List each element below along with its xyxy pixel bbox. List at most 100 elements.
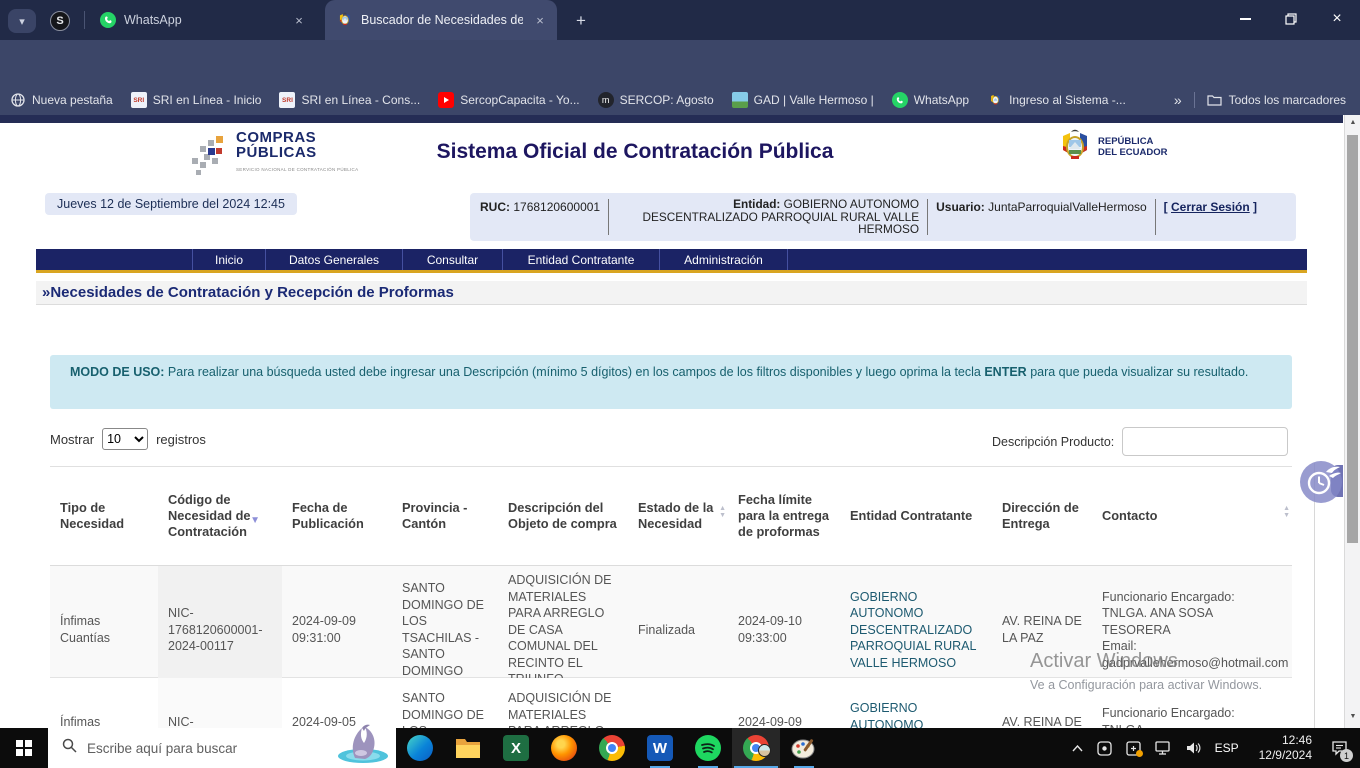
bookmarks-overflow-button[interactable]: » bbox=[1174, 92, 1182, 108]
tab-buscador-active[interactable]: Buscador de Necesidades de Co × bbox=[325, 0, 557, 40]
taskbar-edge[interactable] bbox=[396, 728, 444, 768]
bookmark-item[interactable]: GAD | Valle Hermoso | bbox=[732, 92, 874, 108]
main-nav: Inicio Datos Generales Consultar Entidad… bbox=[36, 249, 1307, 270]
clock-time: 12:46 bbox=[1259, 733, 1312, 748]
scrollbar-thumb[interactable] bbox=[1347, 135, 1358, 543]
page-scrollbar[interactable]: ▲ ▼ bbox=[1344, 115, 1360, 728]
column-header-fecha-limite[interactable]: Fecha límite para la entrega de proforma… bbox=[728, 467, 840, 565]
word-icon: W bbox=[647, 735, 673, 761]
ruc-value: 1768120600001 bbox=[513, 200, 600, 214]
nav-item-entidad-contratante[interactable]: Entidad Contratante bbox=[502, 249, 659, 270]
tab-search-button[interactable]: ▾ bbox=[8, 9, 36, 33]
column-header-direccion[interactable]: Dirección de Entrega bbox=[992, 467, 1092, 565]
bookmark-label: SRI en Línea - Cons... bbox=[301, 93, 420, 107]
plus-icon: + bbox=[576, 11, 586, 31]
firefox-icon bbox=[551, 735, 577, 761]
language-indicator[interactable]: ESP bbox=[1215, 741, 1239, 755]
taskbar-paint[interactable] bbox=[780, 728, 828, 768]
taskbar-clock[interactable]: 12:46 12/9/2024 bbox=[1259, 733, 1312, 763]
minimize-button[interactable] bbox=[1222, 0, 1268, 38]
tray-app-icon[interactable] bbox=[1097, 741, 1112, 756]
volume-icon[interactable] bbox=[1186, 741, 1202, 755]
column-header-descripcion[interactable]: Descripción del Objeto de compra bbox=[498, 467, 628, 565]
bookmark-item[interactable]: Ingreso al Sistema -... bbox=[987, 92, 1126, 108]
sort-both-icon: ▲▼ bbox=[1283, 505, 1290, 519]
gold-accent-line bbox=[36, 270, 1307, 273]
scroll-down-icon[interactable]: ▼ bbox=[1345, 713, 1360, 720]
cell-estado: Finalizada bbox=[628, 566, 728, 694]
bookmark-item[interactable]: WhatsApp bbox=[892, 92, 969, 108]
bookmark-item[interactable]: SercopCapacita - Yo... bbox=[438, 92, 579, 108]
pinned-tab[interactable]: S bbox=[48, 9, 72, 33]
column-header-codigo[interactable]: Código de Necesidad de Contratación▼ bbox=[158, 467, 282, 565]
bookmark-label: SRI en Línea - Inicio bbox=[153, 93, 262, 107]
new-tab-button[interactable]: + bbox=[568, 8, 594, 34]
bookmark-item[interactable]: SRI SRI en Línea - Inicio bbox=[131, 92, 262, 108]
bookmark-item[interactable]: m SERCOP: Agosto bbox=[598, 92, 714, 108]
search-highlight-dolphin-icon[interactable] bbox=[332, 723, 394, 768]
ecuador-crest-icon bbox=[1058, 127, 1092, 167]
column-header-entidad[interactable]: Entidad Contratante bbox=[840, 467, 992, 565]
cell-fecha-publicacion: 2024-09-05 bbox=[282, 678, 392, 728]
close-tab-icon[interactable]: × bbox=[290, 11, 308, 29]
entity-value: GOBIERNO AUTONOMO DESCENTRALIZADO PARROQ… bbox=[642, 197, 919, 236]
bookmark-item[interactable]: SRI SRI en Línea - Cons... bbox=[279, 92, 420, 108]
taskbar-chrome-profile[interactable] bbox=[732, 728, 780, 768]
compras-publicas-logo: COMPRAS PÚBLICAS SERVICIO NACIONAL DE CO… bbox=[190, 130, 358, 177]
cell-tipo: Ínfimas Cuantías bbox=[50, 566, 158, 694]
logo-tagline: SERVICIO NACIONAL DE CONTRATACIÓN PÚBLIC… bbox=[236, 162, 358, 177]
column-header-fecha-publicacion[interactable]: Fecha de Publicación bbox=[282, 467, 392, 565]
republic-emblem: REPÚBLICA DEL ECUADOR bbox=[1058, 127, 1168, 167]
nav-item-administracion[interactable]: Administración bbox=[659, 249, 788, 270]
system-tray: ESP 12:46 12/9/2024 1 bbox=[1065, 728, 1360, 768]
taskbar-file-explorer[interactable] bbox=[444, 728, 492, 768]
tab-strip: ▾ S WhatsApp × Buscador de Necesidades d… bbox=[0, 0, 1360, 40]
logout-link[interactable]: [ Cerrar Sesión ] bbox=[1164, 200, 1257, 214]
taskbar-search[interactable] bbox=[48, 728, 396, 768]
network-icon[interactable] bbox=[1155, 741, 1172, 755]
youtube-icon bbox=[438, 92, 454, 108]
taskbar-word[interactable]: W bbox=[636, 728, 684, 768]
cell-codigo: NIC-1768120600001-2024-00117 bbox=[158, 566, 282, 694]
action-center-button[interactable]: 1 bbox=[1322, 728, 1356, 768]
ruc-label: RUC: bbox=[480, 200, 510, 214]
close-window-button[interactable]: × bbox=[1314, 0, 1360, 38]
taskbar-spotify[interactable] bbox=[684, 728, 732, 768]
close-tab-icon[interactable]: × bbox=[531, 11, 549, 29]
bookmark-item[interactable]: Nueva pestaña bbox=[10, 92, 113, 108]
taskbar-excel[interactable]: X bbox=[492, 728, 540, 768]
tray-update-icon[interactable] bbox=[1126, 741, 1141, 756]
bookmark-label: SERCOP: Agosto bbox=[620, 93, 714, 107]
cell-direccion: AV. REINA DE LA PAZ bbox=[992, 566, 1092, 694]
bookmark-label: SercopCapacita - Yo... bbox=[460, 93, 579, 107]
chevron-up-icon bbox=[1072, 745, 1083, 752]
taskbar-firefox[interactable] bbox=[540, 728, 588, 768]
browser-toolbar: ← → compraspublicas.gob.ec/ProcesoContra… bbox=[0, 40, 1360, 85]
republic-line1: REPÚBLICA bbox=[1098, 136, 1168, 147]
cell-entidad: GOBIERNO AUTONOMO bbox=[840, 678, 992, 728]
column-header-tipo[interactable]: Tipo de Necesidad bbox=[50, 467, 158, 565]
tray-expand-button[interactable] bbox=[1072, 745, 1083, 752]
column-header-contacto[interactable]: Contacto▲▼ bbox=[1092, 467, 1292, 565]
all-bookmarks-button[interactable]: Todos los marcadores bbox=[1207, 92, 1346, 108]
close-icon: × bbox=[1332, 10, 1341, 28]
folder-icon bbox=[1207, 92, 1223, 108]
nav-item-consultar[interactable]: Consultar bbox=[402, 249, 502, 270]
start-button[interactable] bbox=[0, 728, 48, 768]
floating-timer-widget[interactable] bbox=[1295, 455, 1343, 516]
restore-button[interactable] bbox=[1268, 0, 1314, 38]
column-header-provincia[interactable]: Provincia - Cantón bbox=[392, 467, 498, 565]
nav-item-datos-generales[interactable]: Datos Generales bbox=[265, 249, 402, 270]
taskbar-chrome[interactable] bbox=[588, 728, 636, 768]
notification-badge: 1 bbox=[1340, 749, 1353, 762]
tab-title: Buscador de Necesidades de Co bbox=[361, 13, 523, 27]
scroll-up-icon[interactable]: ▲ bbox=[1345, 119, 1360, 126]
records-per-page-select[interactable]: 10 bbox=[102, 428, 148, 450]
taskbar-search-input[interactable] bbox=[87, 741, 307, 756]
product-filter-input[interactable] bbox=[1122, 427, 1288, 456]
nav-item-inicio[interactable]: Inicio bbox=[192, 249, 265, 270]
spotify-icon bbox=[695, 735, 721, 761]
tab-whatsapp[interactable]: WhatsApp × bbox=[88, 0, 316, 40]
column-header-estado[interactable]: Estado de la Necesidad▲▼ bbox=[628, 467, 728, 565]
show-label: Mostrar bbox=[50, 432, 94, 447]
